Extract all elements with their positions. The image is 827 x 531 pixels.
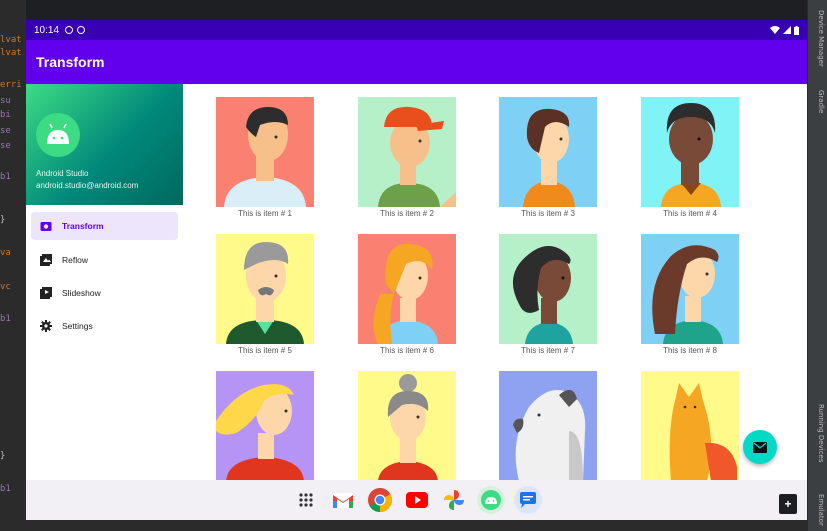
- ide-code-line: su: [0, 96, 11, 106]
- device-manager-tab[interactable]: Device Manager: [817, 10, 825, 67]
- emulator-screen: 10:14 Transform Android Studio android.s…: [26, 20, 807, 520]
- grid-item[interactable]: [499, 371, 597, 480]
- grid-item[interactable]: This is item # 4: [641, 97, 739, 218]
- zoom-in-button[interactable]: +: [779, 494, 797, 514]
- email-fab[interactable]: [743, 430, 777, 464]
- portrait-image: [641, 97, 739, 207]
- drawer-user-email: android.studio@android.com: [36, 181, 139, 190]
- portrait-image: [499, 97, 597, 207]
- grid-item-caption: This is item # 4: [663, 209, 717, 218]
- grid-item-caption: This is item # 8: [663, 346, 717, 355]
- ide-top-bar: [26, 0, 807, 20]
- nav-item-label: Transform: [62, 221, 104, 231]
- nav-item-label: Reflow: [62, 255, 88, 265]
- ide-code-line: se: [0, 141, 11, 151]
- grid-item-caption: This is item # 2: [380, 209, 434, 218]
- portrait-image: [216, 234, 314, 344]
- photos-icon[interactable]: [440, 486, 468, 514]
- portrait-image: [641, 234, 739, 344]
- ide-code-line: se: [0, 126, 11, 136]
- grid-item-caption: This is item # 1: [238, 209, 292, 218]
- grid-item-caption: This is item # 5: [238, 346, 292, 355]
- grid-item[interactable]: This is item # 3: [499, 97, 597, 218]
- drawer-header: Android Studio android.studio@android.co…: [26, 84, 183, 205]
- wifi-icon: [770, 26, 780, 34]
- grid-item[interactable]: This is item # 2: [358, 97, 456, 218]
- nav-item-settings[interactable]: Settings: [31, 312, 178, 340]
- messages-icon[interactable]: [513, 486, 542, 514]
- ide-code-line: bi: [0, 110, 11, 120]
- nav-item-label: Settings: [62, 321, 93, 331]
- status-time: 10:14: [34, 24, 60, 36]
- grid-item[interactable]: [216, 371, 314, 480]
- nav-item-reflow[interactable]: Reflow: [31, 246, 178, 274]
- android-icon[interactable]: [476, 486, 505, 514]
- ide-code-line: b1: [0, 484, 11, 494]
- ide-code-line: lvat: [0, 48, 22, 58]
- grid-item[interactable]: This is item # 5: [216, 234, 314, 355]
- grid-item-caption: This is item # 3: [521, 209, 575, 218]
- android-avatar-icon: [36, 113, 80, 157]
- gradle-tab[interactable]: Gradle: [817, 90, 825, 113]
- portrait-image: [358, 371, 456, 480]
- image-icon: [39, 253, 53, 267]
- gear-icon: [39, 319, 53, 333]
- portrait-image: [216, 97, 314, 207]
- grid-item[interactable]: This is item # 1: [216, 97, 314, 218]
- signal-icon: [783, 26, 791, 34]
- app-drawer-icon[interactable]: [292, 486, 320, 514]
- sync-icon: [77, 26, 86, 34]
- nav-item-label: Slideshow: [62, 288, 101, 298]
- battery-icon: [794, 25, 799, 35]
- youtube-icon[interactable]: [403, 486, 431, 514]
- grid-item[interactable]: This is item # 6: [358, 234, 456, 355]
- mail-icon: [753, 441, 767, 453]
- grid-item[interactable]: [358, 371, 456, 480]
- portrait-image: [358, 234, 456, 344]
- camera-icon: [39, 219, 53, 233]
- portrait-image: [499, 234, 597, 344]
- ide-code-line: }: [0, 215, 6, 225]
- portrait-image: [499, 371, 597, 480]
- sync-icon: [65, 26, 74, 34]
- drawer-user-name: Android Studio: [36, 169, 89, 178]
- grid-item[interactable]: This is item # 7: [499, 234, 597, 355]
- ide-code-line: b1: [0, 172, 11, 182]
- taskbar: [26, 480, 807, 520]
- navigation-drawer: Android Studio android.studio@android.co…: [26, 84, 183, 480]
- ide-code-gutter: lvat lvat erri su bi se se b1 } va vc b1…: [0, 0, 26, 531]
- ide-code-line: lvat: [0, 35, 22, 45]
- ide-code-line: va: [0, 248, 11, 258]
- grid-item[interactable]: This is item # 8: [641, 234, 739, 355]
- ide-code-line: vc: [0, 282, 11, 292]
- chrome-icon[interactable]: [366, 486, 394, 514]
- ide-code-line: }: [0, 451, 6, 461]
- gmail-icon[interactable]: [329, 486, 357, 514]
- emulator-tab[interactable]: Emulator: [817, 494, 825, 526]
- slideshow-icon: [39, 286, 53, 300]
- portrait-image: [358, 97, 456, 207]
- grid-item-caption: This is item # 6: [380, 346, 434, 355]
- status-bar: 10:14: [26, 20, 807, 40]
- app-bar: Transform: [26, 40, 807, 84]
- portrait-image: [216, 371, 314, 480]
- app-title: Transform: [36, 54, 105, 70]
- grid-item-caption: This is item # 7: [521, 346, 575, 355]
- portrait-image: [641, 371, 739, 480]
- grid-item[interactable]: [641, 371, 739, 480]
- running-devices-tab[interactable]: Running Devices: [817, 404, 825, 463]
- ide-code-line: b1: [0, 314, 11, 324]
- ide-code-line: erri: [0, 80, 22, 90]
- nav-item-transform[interactable]: Transform: [31, 212, 178, 240]
- transform-grid: This is item # 1 This is item # 2 This i…: [183, 84, 807, 480]
- nav-item-slideshow[interactable]: Slideshow: [31, 279, 178, 307]
- ide-tool-strip: Device Manager Gradle Running Devices Em…: [807, 0, 827, 531]
